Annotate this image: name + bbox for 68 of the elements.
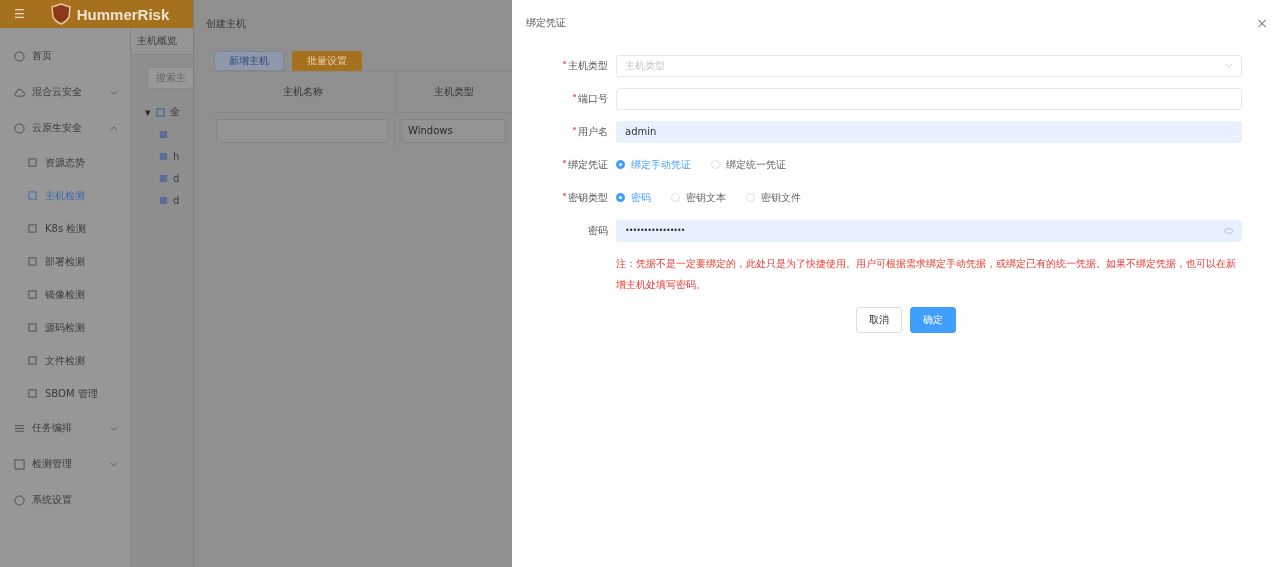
shield-logo-icon	[50, 3, 71, 25]
radio-option[interactable]: 绑定统一凭证	[711, 157, 786, 172]
folder-icon	[155, 107, 165, 117]
radio-option[interactable]: 密码	[616, 190, 651, 205]
input-field[interactable]: admin	[616, 120, 1242, 143]
host-type-select[interactable]: Windows	[401, 119, 506, 143]
toolbar-button[interactable]: 新增主机	[214, 51, 284, 71]
menu-item-icon	[28, 224, 37, 233]
page-tab[interactable]: 主机概览	[131, 28, 193, 55]
menu-item-icon	[28, 191, 37, 200]
menu-item-icon	[28, 158, 37, 167]
menu-item-icon	[14, 422, 25, 434]
column-header: 主机名称	[210, 72, 396, 112]
sidebar-item[interactable]: 检测管理	[0, 446, 130, 482]
host-icon	[159, 129, 168, 139]
cancel-button[interactable]: 取消	[856, 307, 902, 333]
confirm-button[interactable]: 确定	[910, 307, 956, 333]
menu-icon[interactable]: ☰	[14, 7, 25, 21]
eye-icon[interactable]	[1224, 227, 1233, 234]
radio-option[interactable]: 绑定手动凭证	[616, 157, 691, 172]
drawer-title: 绑定凭证	[526, 16, 566, 30]
menu-item-icon	[14, 86, 25, 98]
sidebar-item[interactable]: 系统设置	[0, 482, 130, 518]
field-label: 密钥类型	[568, 190, 608, 205]
menu-item-icon	[28, 257, 37, 266]
toolbar-button[interactable]: 批量设置	[292, 51, 362, 71]
field-label: 端口号	[578, 91, 608, 106]
close-icon[interactable]: ×	[1256, 15, 1268, 31]
drawer-title: 创建主机	[205, 17, 247, 31]
caret-icon[interactable]: ▾	[145, 105, 151, 119]
sidebar-subitem[interactable]: 文件检测	[0, 344, 130, 377]
menu-item-icon	[28, 356, 37, 365]
sidebar-subitem[interactable]: 镜像检测	[0, 278, 130, 311]
chevron-icon	[1225, 63, 1233, 68]
host-icon	[159, 195, 168, 205]
brand-name: HummerRisk	[76, 5, 170, 23]
menu-item-icon	[14, 50, 25, 62]
field-label: 用户名	[578, 124, 608, 139]
sidebar-subitem[interactable]: 部署检测	[0, 245, 130, 278]
sidebar-item[interactable]: 云原生安全	[0, 110, 130, 146]
host-icon	[159, 151, 168, 161]
sidebar-subitem[interactable]: 源码检测	[0, 311, 130, 344]
sidebar-item[interactable]: 混合云安全	[0, 74, 130, 110]
field-label: 密码	[588, 223, 608, 238]
menu-item-icon	[14, 494, 25, 506]
menu-item-icon	[28, 389, 37, 398]
menu-item-icon	[28, 290, 37, 299]
field-label: 主机类型	[568, 58, 608, 73]
sidebar-subitem[interactable]: K8s 检测	[0, 212, 130, 245]
radio-option[interactable]: 密钥文本	[671, 190, 726, 205]
sidebar-item[interactable]: 任务编排	[0, 410, 130, 446]
sidebar-subitem[interactable]: 资源态势	[0, 146, 130, 179]
tree-node[interactable]: d	[173, 172, 180, 184]
tree-node[interactable]: h	[173, 150, 180, 162]
menu-item-icon	[14, 122, 25, 134]
column-header: 主机类型	[433, 85, 475, 99]
tree-node[interactable]: d	[173, 194, 180, 206]
note-text: 注：凭据不是一定要绑定的，此处只是为了快捷使用。用户可根据需求绑定手动凭据，或绑定已有的统一凭据。如果不绑定凭据，也可以在新增主机处填写密码。	[616, 257, 1237, 292]
host-icon	[159, 173, 168, 183]
sidebar-subitem[interactable]: SBOM 管理	[0, 377, 130, 410]
menu-item-icon	[28, 323, 37, 332]
field-label: 绑定凭证	[568, 157, 608, 172]
tree-node[interactable]: 全	[169, 105, 180, 119]
sidebar-item[interactable]: 首页	[0, 38, 130, 74]
input-field[interactable]	[616, 87, 1242, 110]
radio-option[interactable]: 密钥文件	[746, 190, 801, 205]
password-field[interactable]: ••••••••••••••••	[616, 219, 1242, 242]
menu-item-icon	[14, 458, 25, 470]
